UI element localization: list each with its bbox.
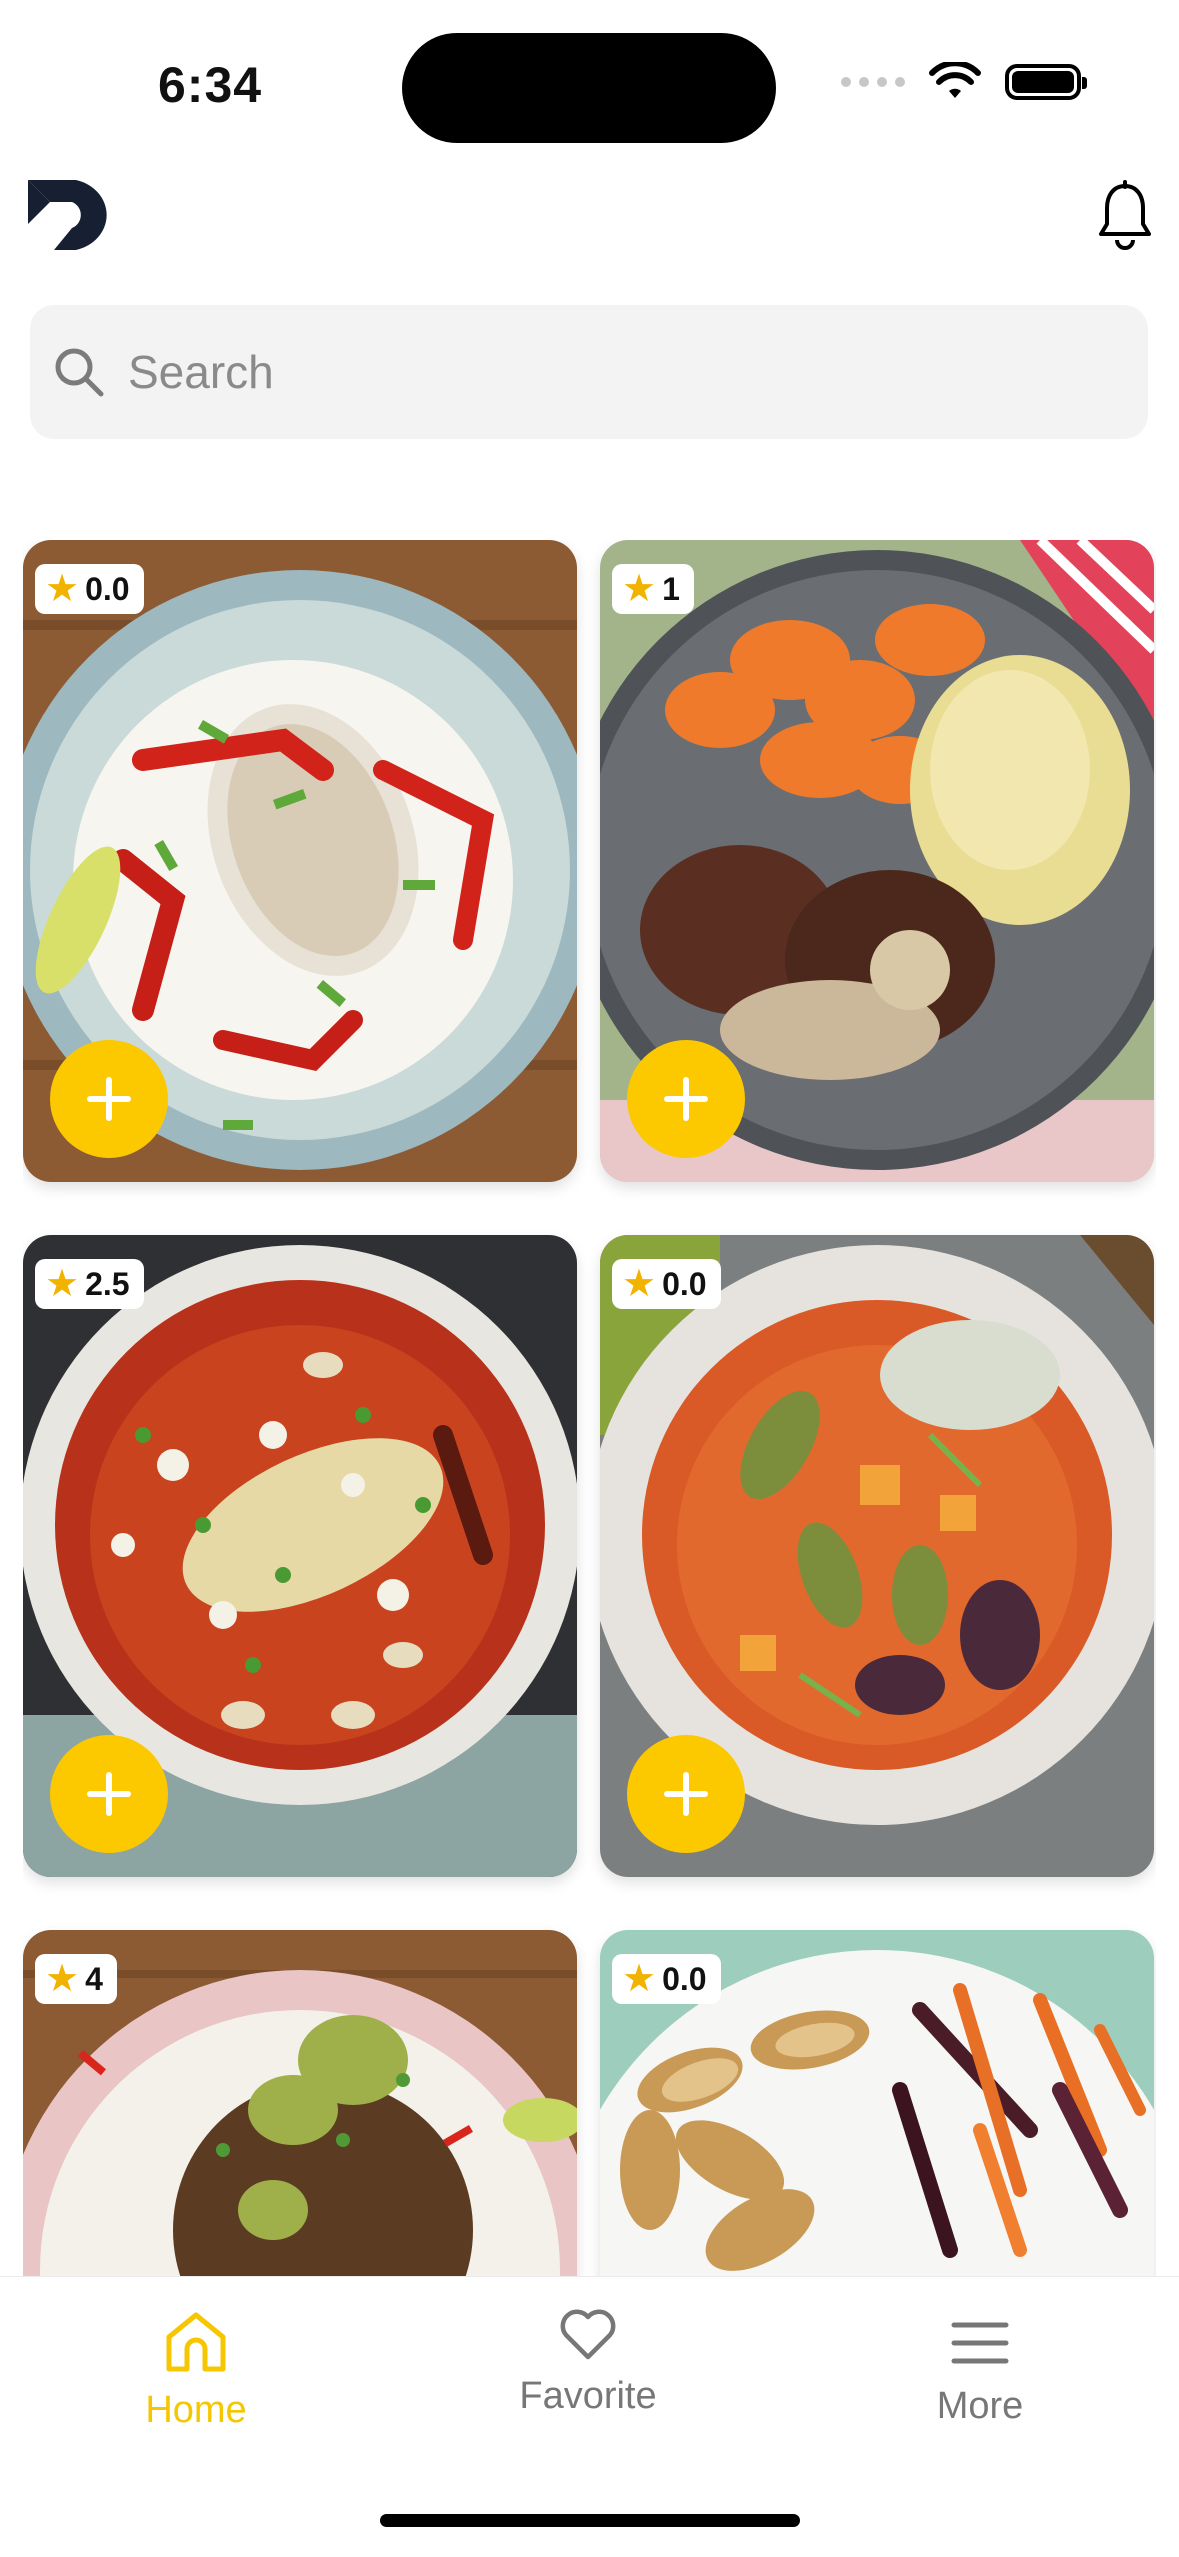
battery-icon xyxy=(1005,64,1087,100)
search-icon xyxy=(55,348,104,397)
add-button[interactable] xyxy=(50,1735,168,1853)
tab-home[interactable]: Home xyxy=(46,2307,346,2432)
menu-icon xyxy=(951,2322,1009,2364)
tab-more-label: More xyxy=(936,2385,1024,2427)
star-icon: ★ xyxy=(622,568,657,610)
rating-badge: ★ 4 xyxy=(35,1954,117,2004)
home-icon xyxy=(166,2312,226,2372)
home-indicator xyxy=(380,2514,800,2527)
tab-favorite-label: Favorite xyxy=(519,2375,657,2417)
rating-badge: ★ 0.0 xyxy=(612,1954,721,2004)
bell-icon[interactable] xyxy=(1095,180,1155,252)
signal-icon xyxy=(841,77,905,87)
heart-icon xyxy=(560,2309,616,2360)
wifi-icon xyxy=(929,62,981,98)
rating-badge: ★ 0.0 xyxy=(35,564,144,614)
rating-badge: ★ 1 xyxy=(612,564,694,614)
status-icons xyxy=(841,62,1087,102)
recipe-card[interactable]: ★ 1 xyxy=(600,540,1154,1182)
recipe-card[interactable]: ★ 0.0 xyxy=(23,540,577,1182)
add-button[interactable] xyxy=(627,1040,745,1158)
dynamic-island xyxy=(402,33,776,143)
tab-home-label: Home xyxy=(145,2389,247,2431)
star-icon: ★ xyxy=(45,1958,80,2000)
star-icon: ★ xyxy=(622,1958,657,2000)
recipe-card[interactable]: ★ 0.0 xyxy=(600,1235,1154,1877)
recipe-card[interactable]: ★ 2.5 xyxy=(23,1235,577,1877)
status-time: 6:34 xyxy=(158,57,263,113)
star-icon: ★ xyxy=(622,1263,657,1305)
recipe-card[interactable]: ★ 0.0 xyxy=(600,1930,1154,2276)
tab-favorite[interactable]: Favorite xyxy=(438,2307,738,2418)
recipe-grid: ★ 0.0 ★ 1 ★ 2.5 ★ 0.0 ★ 4 ★ 0.0 xyxy=(23,540,1156,2276)
search-bar[interactable] xyxy=(30,305,1148,439)
app-logo xyxy=(28,180,107,250)
search-input[interactable] xyxy=(126,344,1030,400)
star-icon: ★ xyxy=(45,568,80,610)
star-icon: ★ xyxy=(45,1263,80,1305)
tab-more[interactable]: More xyxy=(830,2307,1130,2428)
add-button[interactable] xyxy=(627,1735,745,1853)
add-button[interactable] xyxy=(50,1040,168,1158)
rating-badge: ★ 2.5 xyxy=(35,1259,144,1309)
recipe-card[interactable]: ★ 4 xyxy=(23,1930,577,2276)
rating-badge: ★ 0.0 xyxy=(612,1259,721,1309)
